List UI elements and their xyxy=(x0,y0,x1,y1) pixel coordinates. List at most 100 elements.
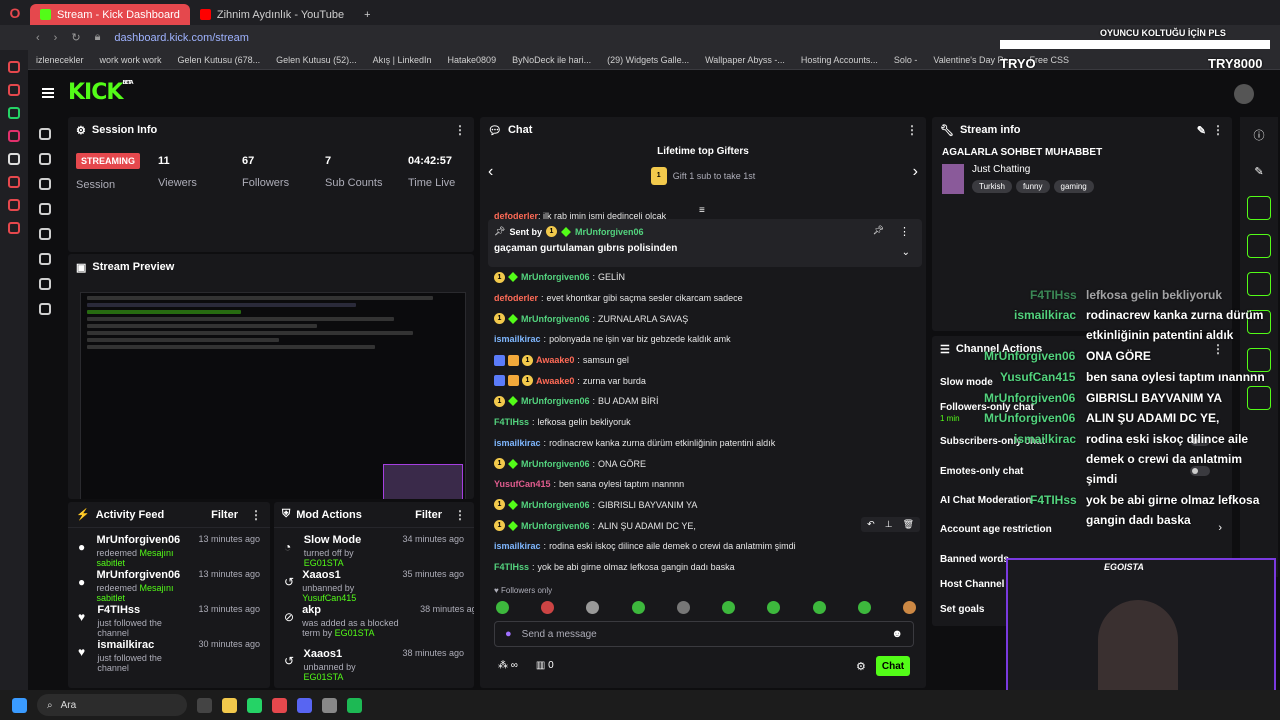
chevron-down-icon[interactable]: ⌄ xyxy=(902,247,910,258)
bookmark[interactable]: Hatake0809 xyxy=(448,55,497,65)
bookmark[interactable]: Wallpaper Abyss -... xyxy=(705,55,785,65)
menu-icon[interactable] xyxy=(42,87,54,98)
emote-icon[interactable] xyxy=(586,601,600,614)
new-tab-button[interactable]: + xyxy=(354,4,380,25)
more-icon[interactable]: ⋮ xyxy=(906,123,918,137)
bookmark[interactable]: Akış | LinkedIn xyxy=(373,55,432,65)
mic-icon[interactable]: ● xyxy=(505,628,512,640)
bookmark[interactable]: Gelen Kutusu (678... xyxy=(178,55,261,65)
emote-icon[interactable] xyxy=(767,601,781,614)
bookmark[interactable]: Gelen Kutusu (52)... xyxy=(276,55,357,65)
tag[interactable]: funny xyxy=(1015,180,1050,193)
kick-points-icon[interactable]: ⁂ ∞ xyxy=(498,660,518,671)
app-icon[interactable] xyxy=(322,697,337,713)
pin-icon[interactable]: ⊥ xyxy=(885,519,893,530)
collapse-icon[interactable]: ≡ xyxy=(699,205,705,216)
edit-icon[interactable]: ✎ xyxy=(1240,165,1278,178)
link-icon[interactable] xyxy=(39,153,51,165)
chevron-right-icon[interactable]: › xyxy=(913,163,918,181)
filter-button[interactable]: Filter xyxy=(415,509,442,521)
back-icon[interactable]: ‹ xyxy=(36,32,40,44)
edit-icon[interactable]: ✎ xyxy=(1197,124,1206,137)
history-icon[interactable] xyxy=(8,84,20,96)
tab-youtube[interactable]: Zihnim Aydınlık - YouTube xyxy=(190,4,354,25)
x-icon[interactable] xyxy=(8,153,20,165)
chat-message[interactable]: defoderler: evet khontkar gibi saçma ses… xyxy=(480,288,926,309)
analytics-icon[interactable] xyxy=(39,178,51,190)
reply-icon[interactable]: ↶ xyxy=(867,519,875,530)
chat-message[interactable]: ismailkirac: rodinacrew kanka zurna dürü… xyxy=(480,433,926,454)
stream-preview-video[interactable] xyxy=(80,292,466,499)
tab-kick-dashboard[interactable]: Stream - Kick Dashboard xyxy=(30,4,190,25)
chat-message[interactable]: 1 Awaake0: zurna var burda xyxy=(480,370,926,391)
filter-button[interactable]: Filter xyxy=(211,509,238,521)
opera-icon[interactable] xyxy=(272,697,287,713)
trophy-icon[interactable] xyxy=(39,203,51,215)
discord-icon[interactable] xyxy=(297,697,312,713)
chat-message[interactable]: 1 MrUnforgiven06: ZURNALARLA SAVAŞ xyxy=(480,308,926,329)
chat-message[interactable]: ismailkirac: rodina eski iskoç dilince a… xyxy=(480,536,926,557)
emote-icon[interactable] xyxy=(812,601,826,614)
users-icon[interactable] xyxy=(39,278,51,290)
chat-settings-icon[interactable]: ⚙ xyxy=(856,660,866,673)
more-icon[interactable]: ⋮ xyxy=(454,508,466,522)
chat-message[interactable]: F4TIHss: yok be abi girne olmaz lefkosa … xyxy=(480,557,926,578)
bolt-icon[interactable] xyxy=(1247,234,1271,258)
opera-logo-icon[interactable]: O xyxy=(0,0,30,25)
banned-words-action[interactable]: Banned words xyxy=(940,554,1009,565)
bookmark[interactable]: (29) Widgets Galle... xyxy=(607,55,689,65)
more-icon[interactable]: ⋮ xyxy=(899,225,910,238)
windows-start-icon[interactable] xyxy=(12,697,27,713)
chat-message[interactable]: 1 MrUnforgiven06: ONA GÖRE xyxy=(480,453,926,474)
more-icon[interactable]: ⋮ xyxy=(454,123,466,137)
more-icon[interactable]: ⋮ xyxy=(250,508,262,522)
heart-icon[interactable] xyxy=(8,176,20,188)
instagram-icon[interactable] xyxy=(8,130,20,142)
emote-icon[interactable] xyxy=(857,601,871,614)
bookmark[interactable]: Solo - xyxy=(894,55,918,65)
chat-message[interactable]: YusufCan415: ben sana oylesi taptım ınan… xyxy=(480,474,926,495)
host-channel-action[interactable]: Host Channel xyxy=(940,579,1004,590)
emote-icon[interactable] xyxy=(676,601,690,614)
emote-icon[interactable] xyxy=(631,601,645,614)
kick-logo[interactable]: KICKBETA xyxy=(68,80,134,105)
settings-icon[interactable] xyxy=(8,222,20,234)
tag[interactable]: gaming xyxy=(1053,180,1094,193)
gift-icon[interactable]: ▥ 0 xyxy=(536,660,554,671)
bookmark[interactable]: Hosting Accounts... xyxy=(801,55,878,65)
delete-icon[interactable]: 🗑︎ xyxy=(903,519,914,530)
emote-icon[interactable] xyxy=(722,601,736,614)
chat-message[interactable]: 1 MrUnforgiven06: BU ADAM BİRİ xyxy=(480,391,926,412)
bookmark[interactable]: izlenecekler xyxy=(36,55,84,65)
avatar[interactable] xyxy=(1234,84,1254,104)
taskbar-search[interactable]: ⌕ Ara xyxy=(37,694,187,716)
tag[interactable]: Turkish xyxy=(972,180,1012,193)
chat-message[interactable]: 1 MrUnforgiven06: GELİN xyxy=(480,267,926,288)
bookmark[interactable]: work work work xyxy=(100,55,162,65)
record-icon[interactable] xyxy=(1247,196,1271,220)
whatsapp-icon[interactable] xyxy=(247,697,262,713)
category-name[interactable]: Just Chatting xyxy=(972,164,1094,175)
chat-message[interactable]: 1 Awaake0: samsun gel xyxy=(480,350,926,371)
download-icon[interactable] xyxy=(39,303,51,315)
video-icon[interactable] xyxy=(39,228,51,240)
set-goals-action[interactable]: Set goals xyxy=(940,604,984,615)
info-icon[interactable]: ⓘ xyxy=(1240,127,1278,143)
send-chat-button[interactable]: Chat xyxy=(876,656,910,676)
clock-icon[interactable] xyxy=(8,199,20,211)
file-explorer-icon[interactable] xyxy=(222,697,237,713)
chat-message[interactable]: 1 MrUnforgiven06: GIBRISLI BAYVANIM YA xyxy=(480,495,926,516)
whatsapp-icon[interactable] xyxy=(8,107,20,119)
more-icon[interactable]: ⋮ xyxy=(1212,123,1224,137)
chat-message[interactable]: F4TIHss: lefkosa gelin bekliyoruk xyxy=(480,412,926,433)
stream-icon[interactable] xyxy=(39,128,51,140)
emote-icon[interactable] xyxy=(541,601,555,614)
forward-icon[interactable]: › xyxy=(54,32,58,44)
chat-message[interactable]: ismailkirac: polonyada ne işin var biz g… xyxy=(480,329,926,350)
emote-icon[interactable] xyxy=(496,601,509,614)
reload-icon[interactable]: ↻ xyxy=(71,31,80,44)
unpin-icon[interactable]: 📌︎ xyxy=(873,225,884,236)
spotify-icon[interactable] xyxy=(347,697,362,713)
wrench-icon[interactable] xyxy=(39,253,51,265)
chat-input[interactable]: ● Send a message ☻ xyxy=(494,621,914,647)
